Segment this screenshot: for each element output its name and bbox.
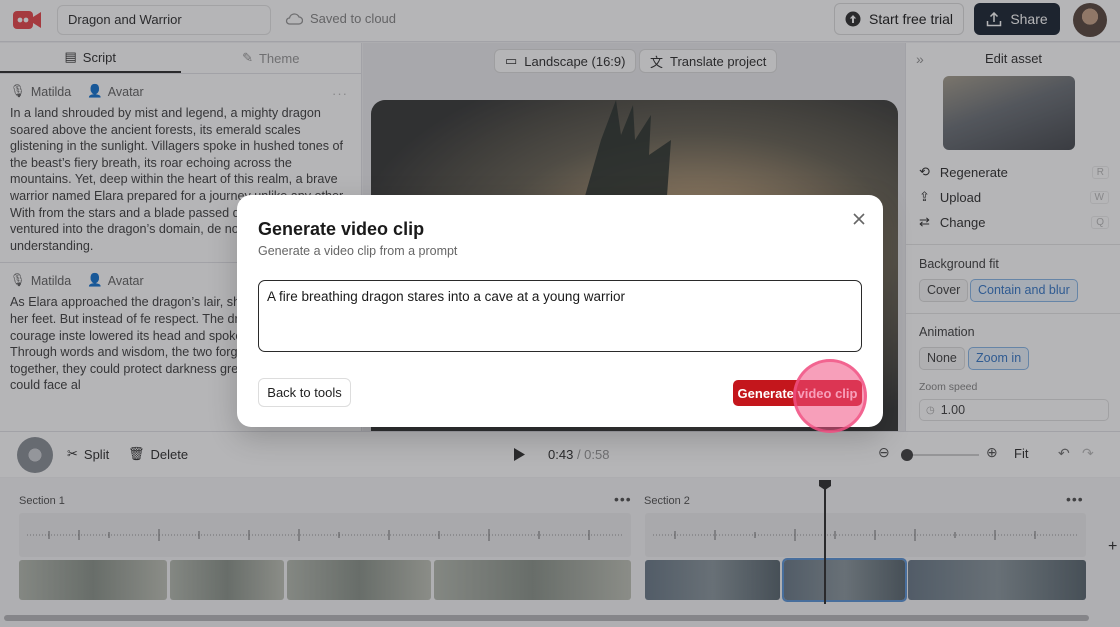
generate-video-clip-button[interactable]: Generate video clip	[733, 380, 862, 406]
dialog-subtitle: Generate a video clip from a prompt	[258, 244, 458, 258]
generate-video-dialog: Generate video clip Generate a video cli…	[237, 195, 883, 433]
prompt-input[interactable]: A fire breathing dragon stares into a ca…	[258, 280, 862, 352]
close-icon[interactable]	[849, 209, 869, 229]
dialog-title: Generate video clip	[258, 219, 425, 239]
back-to-tools-button[interactable]: Back to tools	[258, 378, 351, 407]
app-root: Dragon and Warrior Saved to cloud Start …	[0, 0, 1120, 627]
